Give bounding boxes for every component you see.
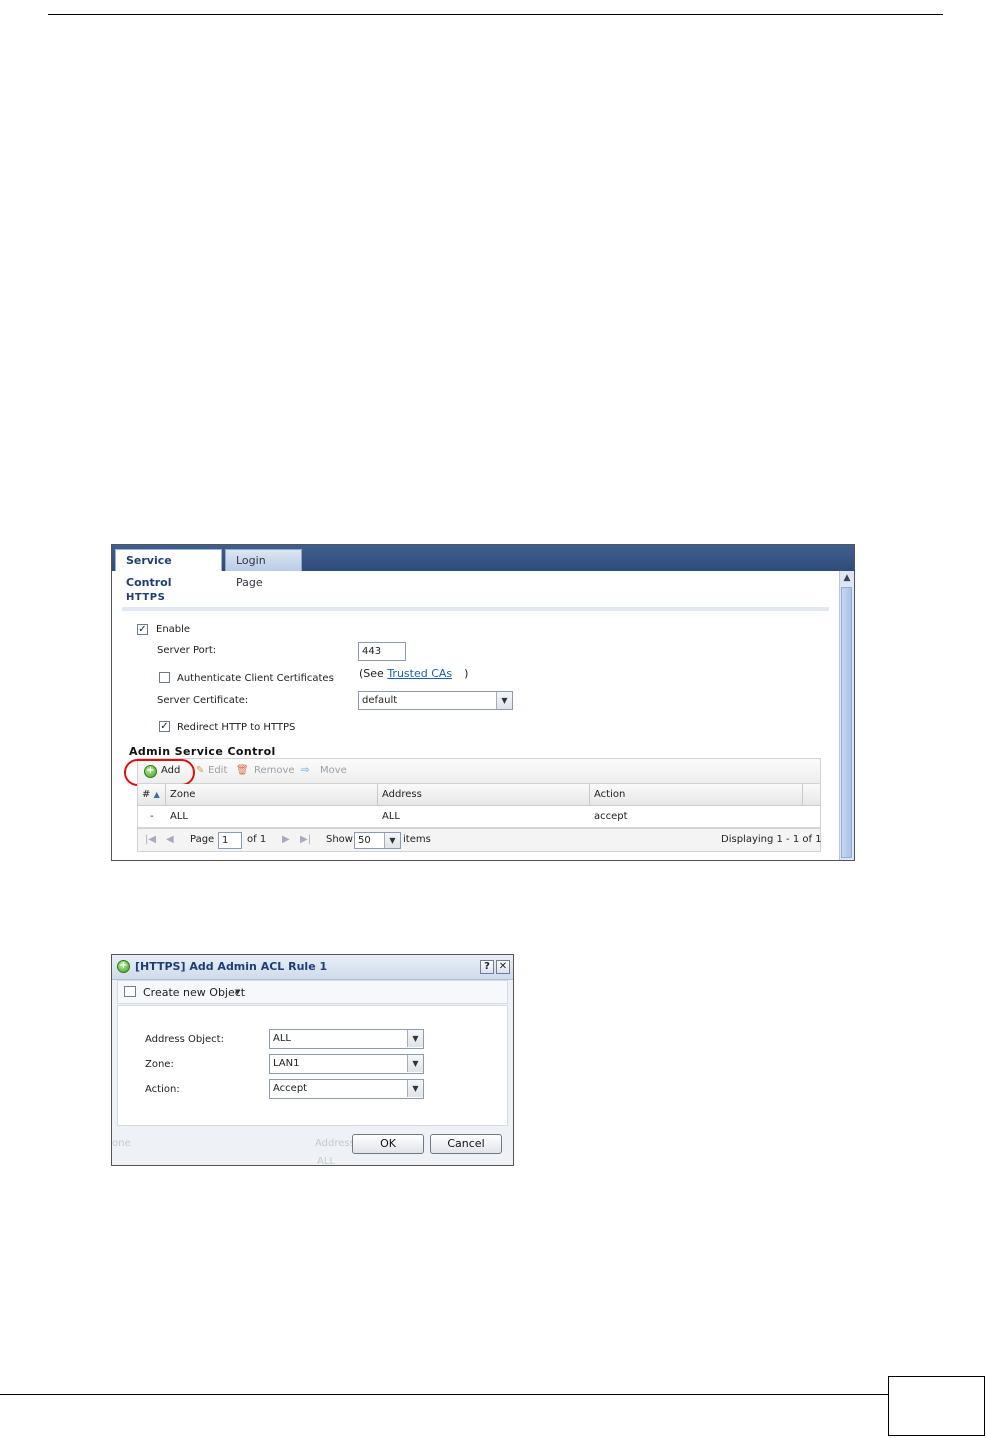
tab-login-page[interactable]: Login Page	[225, 549, 302, 589]
first-page-icon[interactable]: |◀	[145, 834, 156, 845]
column-header-number[interactable]: # ▲	[138, 784, 166, 805]
action-value: Accept	[273, 1083, 308, 1094]
server-port-label: Server Port:	[157, 645, 217, 656]
admin-rules-table: # ▲ Zone Address Action - ALL ALL accept	[137, 784, 821, 828]
page-size-value: 50	[358, 835, 371, 846]
column-number-label: #	[142, 789, 151, 800]
page-size-select[interactable]: 50 ▼	[354, 832, 401, 849]
trusted-cas-link[interactable]: Trusted CAs	[387, 667, 452, 680]
page-label: Page	[190, 834, 215, 845]
server-certificate-label: Server Certificate:	[157, 695, 249, 706]
page-count: of 1	[247, 834, 267, 845]
object-icon	[124, 986, 136, 997]
redirect-label: Redirect HTTP to HTTPS	[177, 722, 296, 733]
background-ghost-all: ALL	[317, 1156, 335, 1167]
dialog-titlebar: + [HTTPS] Add Admin ACL Rule 1 ? ✕	[112, 955, 513, 980]
sort-asc-icon: ▲	[153, 790, 160, 799]
chevron-down-icon[interactable]: ▼	[407, 1055, 423, 1072]
service-control-screenshot: Service Control Login Page ▲ HTTPS ✓ Ena…	[111, 544, 855, 861]
header-rule	[48, 14, 943, 15]
chevron-down-icon[interactable]: ▼	[407, 1030, 423, 1047]
row-action: accept	[594, 811, 628, 822]
row-address: ALL	[382, 811, 400, 822]
address-object-label: Address Object:	[145, 1034, 224, 1045]
zone-select[interactable]: LAN1 ▼	[269, 1054, 424, 1074]
chevron-down-icon[interactable]: ▼	[496, 692, 512, 709]
admin-service-control-title: Admin Service Control	[129, 745, 276, 758]
row-number: -	[150, 811, 154, 822]
section-title-https: HTTPS	[126, 592, 166, 603]
background-ghost-zone: one	[112, 1138, 131, 1149]
next-page-icon[interactable]: ▶	[282, 834, 290, 845]
last-page-icon[interactable]: ▶|	[300, 834, 311, 845]
edit-icon: ✎	[196, 765, 205, 776]
move-icon: ⇨	[301, 765, 310, 776]
background-ghost-address: Address	[315, 1138, 355, 1149]
page-number-box	[888, 1376, 985, 1436]
zone-value: LAN1	[273, 1058, 300, 1069]
create-new-object-menu[interactable]: Create new Object	[143, 986, 245, 999]
move-button[interactable]: Move	[320, 765, 347, 776]
scroll-thumb[interactable]	[841, 587, 852, 858]
section-divider	[122, 607, 829, 611]
prev-page-icon[interactable]: ◀	[166, 834, 174, 845]
trusted-cas-note: (See Trusted CAs)	[359, 667, 468, 680]
see-prefix: (See	[359, 667, 388, 680]
column-header-action[interactable]: Action	[590, 784, 803, 805]
vertical-scrollbar[interactable]: ▲	[839, 571, 854, 860]
auth-client-certs-checkbox[interactable]	[159, 672, 170, 683]
close-icon[interactable]: ✕	[496, 960, 510, 974]
chevron-down-icon[interactable]: ▼	[384, 833, 400, 848]
items-label: items	[403, 834, 431, 845]
dialog-toolbar: Create new Object ▼	[117, 980, 508, 1004]
page-number-input[interactable]: 1	[218, 832, 242, 849]
remove-button[interactable]: Remove	[254, 765, 295, 776]
show-label: Show	[326, 834, 353, 845]
zone-label: Zone:	[145, 1059, 174, 1070]
row-zone: ALL	[170, 811, 188, 822]
add-icon: +	[117, 960, 130, 973]
ok-button[interactable]: OK	[352, 1134, 424, 1154]
add-highlight-circle	[124, 759, 195, 786]
server-port-input[interactable]: 443	[358, 642, 406, 661]
action-label: Action:	[145, 1084, 180, 1095]
trash-icon: 🗑	[236, 765, 249, 776]
table-pager: |◀ ◀ Page 1 of 1 ▶ ▶| Show 50 ▼ items Di…	[137, 828, 822, 852]
help-icon[interactable]: ?	[480, 960, 494, 974]
table-header: # ▲ Zone Address Action	[138, 784, 820, 806]
footer-rule	[0, 1394, 888, 1395]
cancel-button[interactable]: Cancel	[430, 1134, 502, 1154]
chevron-down-icon[interactable]: ▼	[407, 1080, 423, 1097]
column-header-zone[interactable]: Zone	[166, 784, 378, 805]
table-row[interactable]: - ALL ALL accept	[138, 806, 820, 827]
redirect-checkbox[interactable]: ✓	[159, 721, 170, 732]
address-object-select[interactable]: ALL ▼	[269, 1029, 424, 1049]
dialog-body: Address Object: ALL ▼ Zone: LAN1 ▼ Actio…	[117, 1005, 508, 1126]
enable-checkbox[interactable]: ✓	[137, 624, 148, 635]
tab-bar: Service Control Login Page	[112, 545, 854, 589]
add-admin-acl-rule-dialog: + [HTTPS] Add Admin ACL Rule 1 ? ✕ Creat…	[111, 954, 514, 1167]
edit-button[interactable]: Edit	[208, 765, 227, 776]
address-object-value: ALL	[273, 1033, 291, 1044]
server-certificate-value: default	[362, 695, 398, 706]
dialog-title: [HTTPS] Add Admin ACL Rule 1	[135, 960, 328, 973]
admin-toolbar: + Add ✎ Edit 🗑 Remove ⇨ Move	[137, 758, 821, 784]
enable-label: Enable	[156, 624, 191, 635]
tab-service-control[interactable]: Service Control	[115, 549, 222, 589]
menu-caret-icon[interactable]: ▼	[235, 988, 240, 996]
action-select[interactable]: Accept ▼	[269, 1079, 424, 1099]
column-header-address[interactable]: Address	[378, 784, 590, 805]
auth-client-certs-label: Authenticate Client Certificates	[177, 673, 334, 684]
displaying-status: Displaying 1 - 1 of 1	[721, 834, 822, 845]
scroll-up-icon[interactable]: ▲	[842, 573, 852, 583]
server-certificate-select[interactable]: default ▼	[358, 691, 513, 710]
see-suffix: )	[464, 667, 469, 680]
